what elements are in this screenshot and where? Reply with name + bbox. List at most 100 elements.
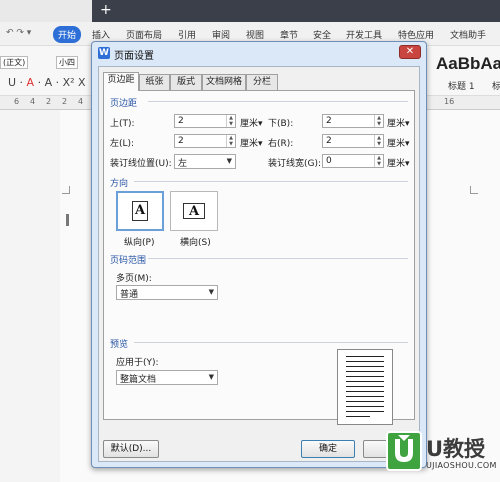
shield-logo-icon — [386, 431, 422, 471]
tab-columns[interactable]: 分栏 — [246, 74, 278, 90]
menu-item-features[interactable]: 特色应用 — [398, 28, 434, 41]
menu-item-developer[interactable]: 开发工具 — [346, 28, 382, 41]
preview-text-line — [346, 386, 384, 387]
gutter-width-input[interactable]: 0 ▲ ▼ — [322, 154, 384, 168]
tab-layout[interactable]: 版式 — [170, 74, 202, 90]
portrait-label: 纵向(P) — [124, 238, 155, 248]
spin-arrows-icon[interactable]: ▲ ▼ — [374, 135, 383, 147]
menu-item-page-layout[interactable]: 页面布局 — [126, 28, 162, 41]
unit-select[interactable]: 厘米▾ — [387, 116, 410, 129]
bottom-margin-value: 2 — [326, 116, 332, 126]
close-button[interactable]: ✕ — [399, 45, 421, 59]
right-margin-input[interactable]: 2 ▲ ▼ — [322, 134, 384, 148]
margins-section-title: 页边距 — [110, 99, 138, 109]
unit-select[interactable]: 厘米▾ — [387, 156, 410, 169]
spin-arrows-icon[interactable]: ▲ ▼ — [374, 155, 383, 167]
gutter-width-label: 装订线宽(G): — [268, 159, 322, 169]
unit-select[interactable]: 厘米▾ — [387, 136, 410, 149]
shield-logo-graphic — [395, 435, 413, 462]
section-divider — [148, 101, 408, 102]
section-divider — [148, 258, 408, 259]
watermark-brand: U教授 — [426, 437, 486, 461]
spin-arrows-icon[interactable]: ▲ ▼ — [374, 115, 383, 127]
chevron-down-icon: ▼ — [208, 373, 214, 381]
portrait-page-icon: A — [132, 201, 148, 221]
preview-text-line — [346, 366, 384, 367]
menu-item-references[interactable]: 引用 — [178, 28, 196, 41]
preview-text-line — [346, 391, 384, 392]
spin-arrows-icon[interactable]: ▲ ▼ — [226, 135, 235, 147]
text-cursor — [66, 214, 69, 226]
style-name-heading-2[interactable]: 标 — [492, 79, 500, 92]
menu-item-start[interactable]: 开始 — [53, 26, 82, 43]
orientation-section-title: 方向 — [110, 179, 129, 189]
style-name-heading-1[interactable]: 标题 1 — [448, 79, 475, 92]
portrait-option[interactable]: A — [116, 191, 164, 231]
font-size-select[interactable]: 小四 — [56, 56, 78, 69]
page-preview — [337, 349, 393, 425]
page-setup-dialog: W 页面设置 ✕ 页边距 纸张 版式 文档网格 分栏 页边距 上(T): 2 ▲… — [91, 41, 427, 468]
tab-margins[interactable]: 页边距 — [103, 72, 139, 91]
multiple-pages-label: 多页(M): — [116, 274, 152, 284]
app-title-left — [0, 0, 92, 22]
preview-section-title: 预览 — [110, 340, 129, 350]
top-margin-input[interactable]: 2 ▲ ▼ — [174, 114, 236, 128]
left-margin-input[interactable]: 2 ▲ ▼ — [174, 134, 236, 148]
section-divider — [134, 181, 408, 182]
apply-to-label: 应用于(Y): — [116, 358, 159, 368]
watermark-url: UJIAOSHOU.COM — [426, 461, 497, 470]
chevron-down-icon: ▼ — [208, 288, 214, 296]
unit-select[interactable]: 厘米▾ — [240, 136, 263, 149]
left-margin-value: 2 — [178, 136, 184, 146]
format-buttons[interactable]: U · A · A · X² X — [8, 76, 86, 89]
preview-text-line — [346, 381, 384, 382]
menu-item-review[interactable]: 审阅 — [212, 28, 230, 41]
menu-item-insert[interactable]: 插入 — [92, 28, 110, 41]
ok-button[interactable]: 确定 — [301, 440, 355, 458]
new-tab-icon[interactable]: + — [100, 2, 112, 18]
section-divider — [134, 342, 408, 343]
wps-logo-icon: W — [98, 47, 110, 59]
menu-item-chapter[interactable]: 章节 — [280, 28, 298, 41]
tab-doc-grid[interactable]: 文档网格 — [202, 74, 246, 90]
ruler-mark: 16 — [444, 97, 455, 106]
multiple-pages-select[interactable]: 普通 ▼ — [116, 285, 218, 300]
watermark-logo: U教授 UJIAOSHOU.COM — [386, 431, 498, 477]
menu-item-assistant[interactable]: 文档助手 — [450, 28, 486, 41]
unit-select[interactable]: 厘米▾ — [240, 116, 263, 129]
preview-text-line — [346, 411, 384, 412]
gutter-width-value: 0 — [326, 156, 332, 166]
ruler-mark: 2 — [62, 97, 68, 106]
tab-paper[interactable]: 纸张 — [139, 74, 170, 90]
menu-item-view[interactable]: 视图 — [246, 28, 264, 41]
gutter-position-select[interactable]: 左 ▼ — [174, 154, 236, 169]
dialog-title-bar[interactable]: W 页面设置 ✕ — [92, 42, 426, 64]
bottom-margin-input[interactable]: 2 ▲ ▼ — [322, 114, 384, 128]
page-corner-mark — [470, 186, 478, 194]
landscape-page-icon: A — [183, 203, 205, 219]
landscape-label: 横向(S) — [180, 238, 211, 248]
dialog-body: 页边距 纸张 版式 文档网格 分栏 页边距 上(T): 2 ▲ ▼ 厘米▾ 下(B… — [98, 66, 420, 462]
left-margin-label: 左(L): — [110, 139, 135, 149]
preview-text-line — [346, 371, 384, 372]
toolbar-arrows-icon[interactable]: ↶ ↷ ▾ — [6, 28, 31, 38]
preview-text-line — [346, 376, 384, 377]
top-margin-label: 上(T): — [110, 119, 135, 129]
chevron-down-icon: ▼ — [226, 157, 232, 165]
preview-text-line — [346, 416, 370, 417]
style-preview[interactable]: AaBbAa — [436, 54, 500, 74]
preview-text-line — [346, 356, 384, 357]
page-corner-mark — [62, 186, 70, 194]
gutter-position-label: 装订线位置(U): — [110, 159, 172, 169]
ruler-mark: 2 — [46, 97, 52, 106]
ruler-mark: 4 — [78, 97, 84, 106]
gutter-position-value: 左 — [178, 159, 188, 169]
pages-section-title: 页码范围 — [110, 256, 147, 266]
font-name-select[interactable]: (正文) — [0, 56, 28, 69]
default-button[interactable]: 默认(D)... — [103, 440, 159, 458]
menu-item-security[interactable]: 安全 — [313, 28, 331, 41]
dialog-title: 页面设置 — [114, 51, 154, 62]
landscape-option[interactable]: A — [170, 191, 218, 231]
apply-to-select[interactable]: 整篇文档 ▼ — [116, 370, 218, 385]
spin-arrows-icon[interactable]: ▲ ▼ — [226, 115, 235, 127]
